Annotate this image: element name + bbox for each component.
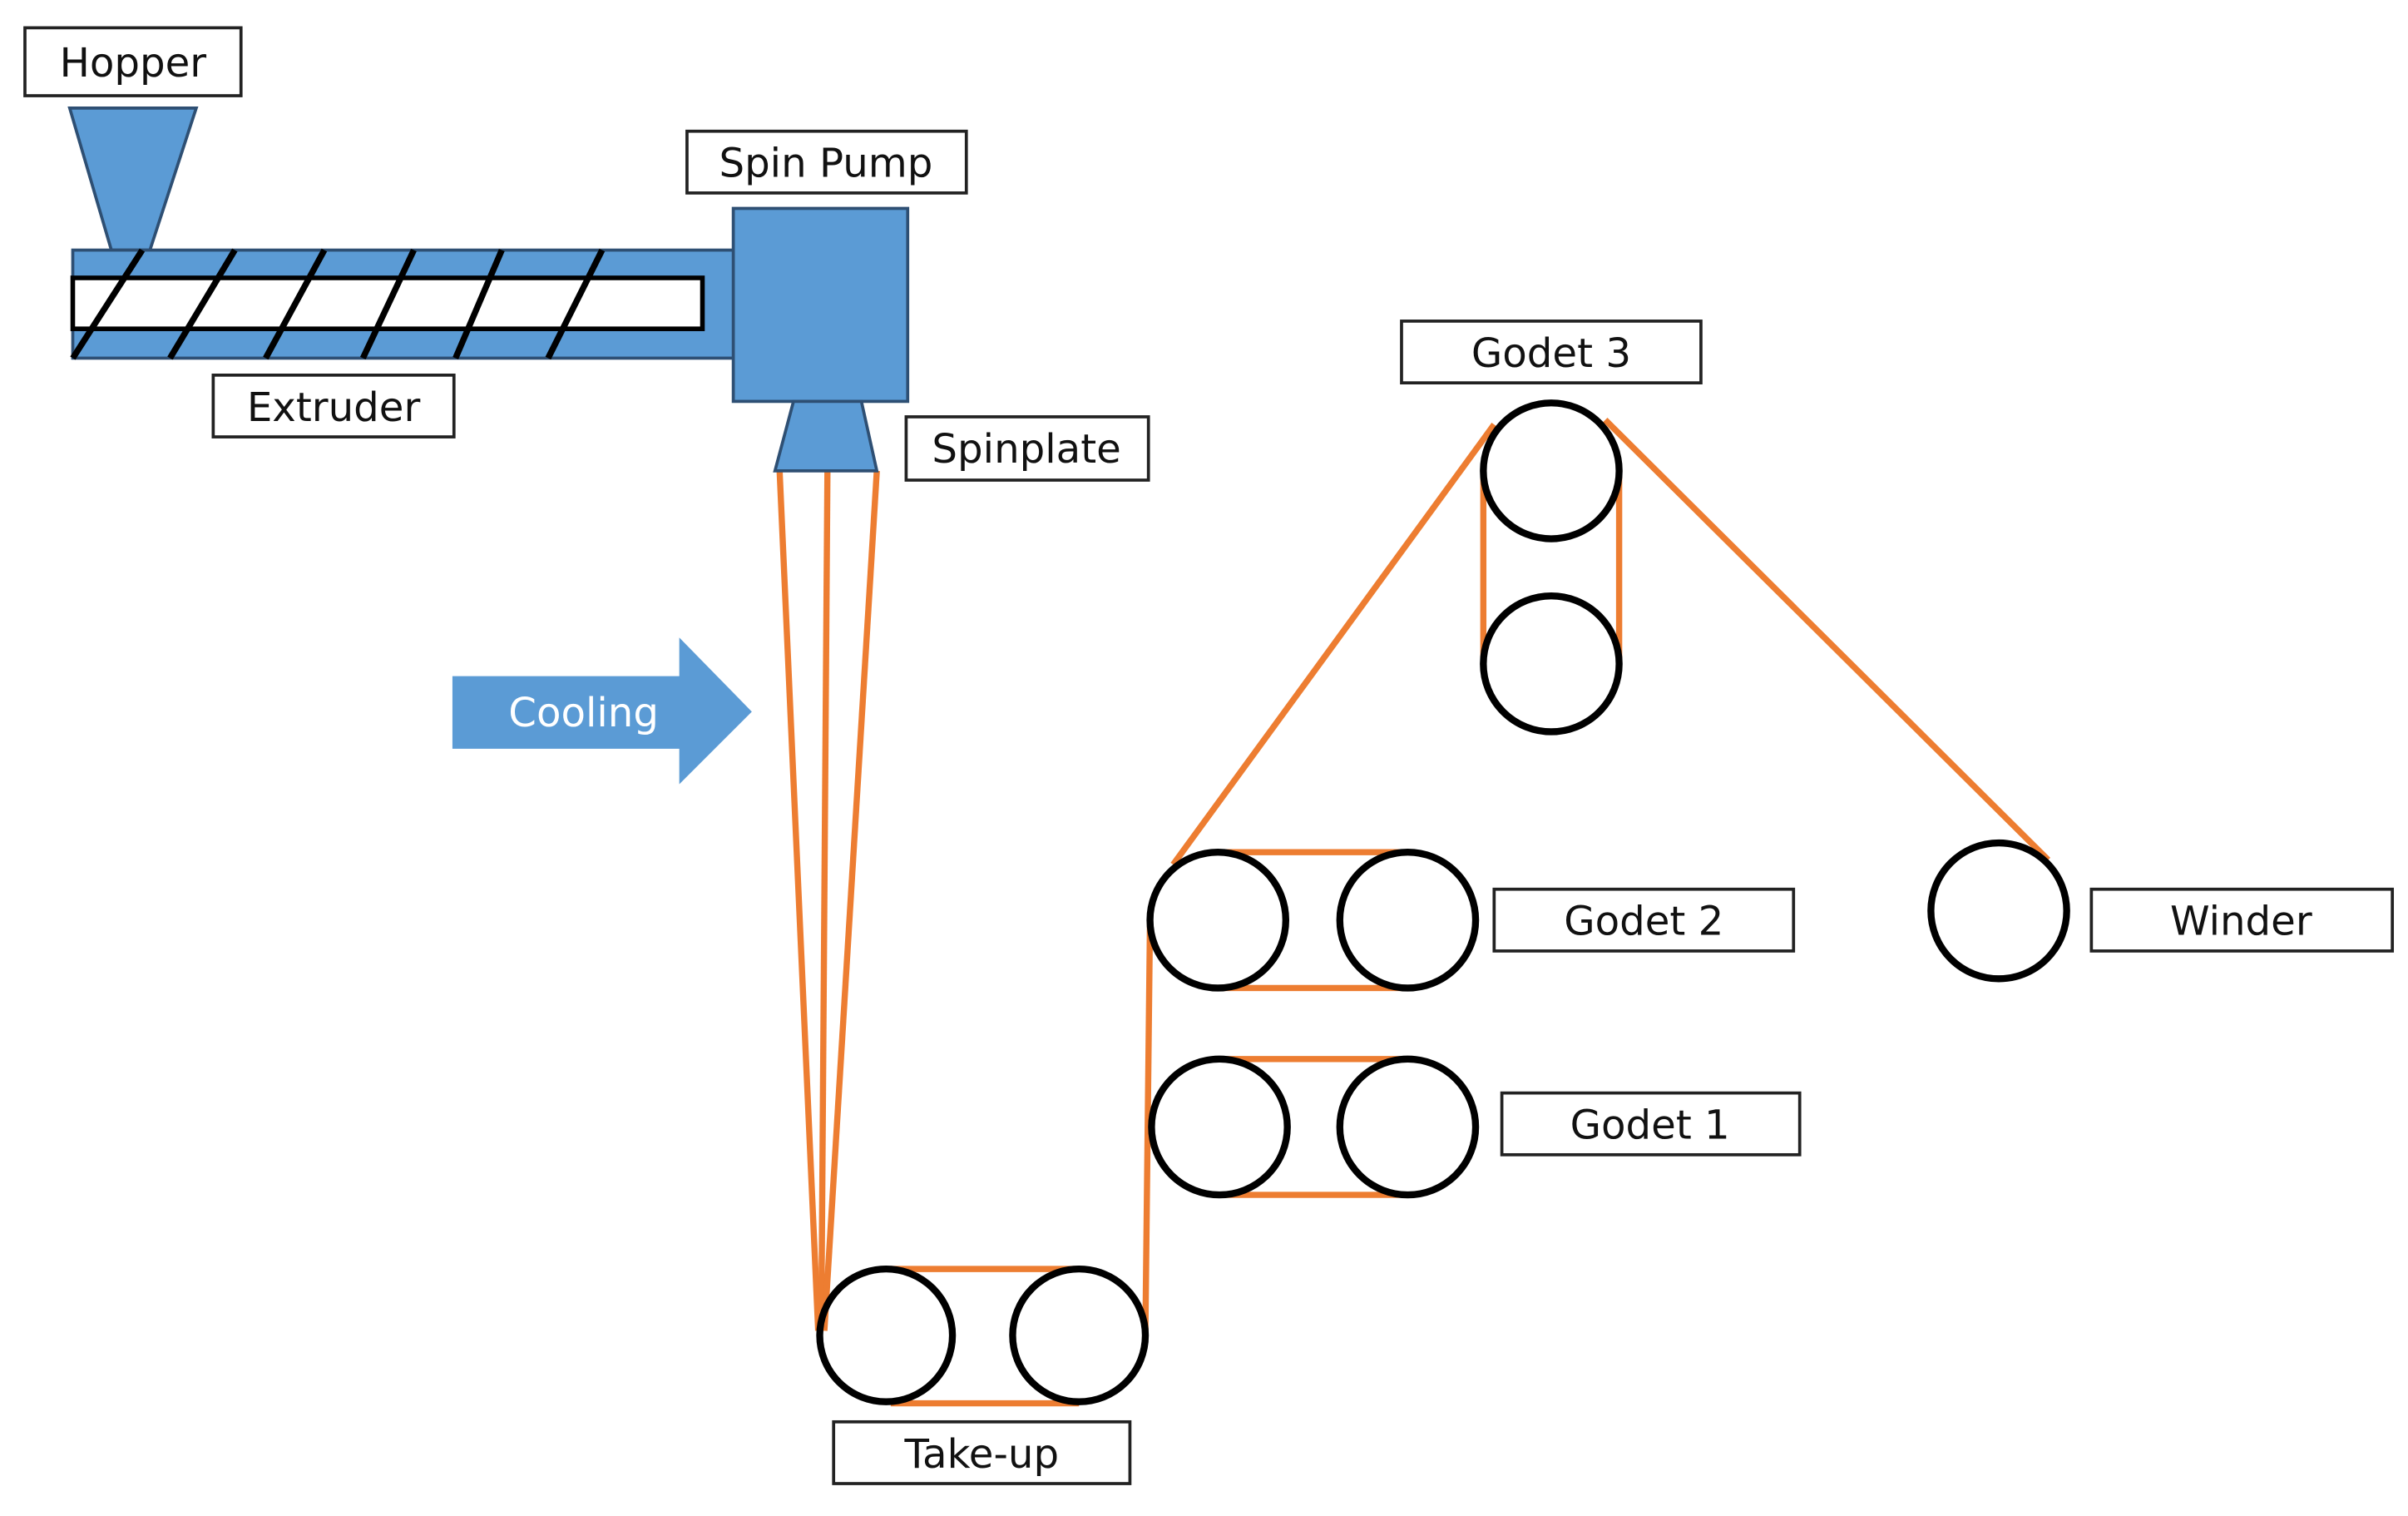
svg-text:Take-up: Take-up (904, 1431, 1060, 1478)
take-up-label: Take-up (832, 1419, 1132, 1485)
svg-text:Hopper: Hopper (60, 40, 207, 87)
godet-1-label: Godet 1 (1500, 1091, 1802, 1157)
godet-3-rollers (1480, 399, 1623, 736)
winder-label: Winder (2089, 887, 2395, 953)
spin-pump-label: Spin Pump (685, 129, 968, 195)
winder-roller (1927, 839, 2070, 983)
extruder-barrel (70, 248, 739, 360)
svg-text:Winder: Winder (2170, 899, 2312, 945)
melt-spinning-diagram: Cooling Hopper Spin Pump Extruder Spinpl… (23, 26, 2395, 1485)
godet-2-label: Godet 2 (1492, 887, 1796, 953)
svg-text:Godet 3: Godet 3 (1471, 330, 1631, 377)
svg-text:Spinplate: Spinplate (932, 426, 1120, 473)
spinplate-label: Spinplate (904, 415, 1150, 482)
godet-3-label: Godet 3 (1400, 320, 1703, 384)
svg-text:Spin Pump: Spin Pump (719, 141, 932, 187)
svg-text:Extruder: Extruder (247, 384, 421, 431)
take-up-rollers (816, 1265, 1150, 1405)
svg-text:Godet 1: Godet 1 (1570, 1102, 1730, 1149)
extruder-label: Extruder (211, 374, 456, 438)
svg-text:Godet 2: Godet 2 (1564, 899, 1723, 945)
hopper-funnel (67, 107, 199, 252)
cooling-label: Cooling (508, 690, 659, 736)
spin-pump (731, 206, 910, 404)
godet-1-rollers (1148, 1055, 1480, 1199)
hopper-label: Hopper (23, 26, 243, 97)
godet-2-rollers (1146, 849, 1480, 992)
spinplate (773, 399, 879, 473)
